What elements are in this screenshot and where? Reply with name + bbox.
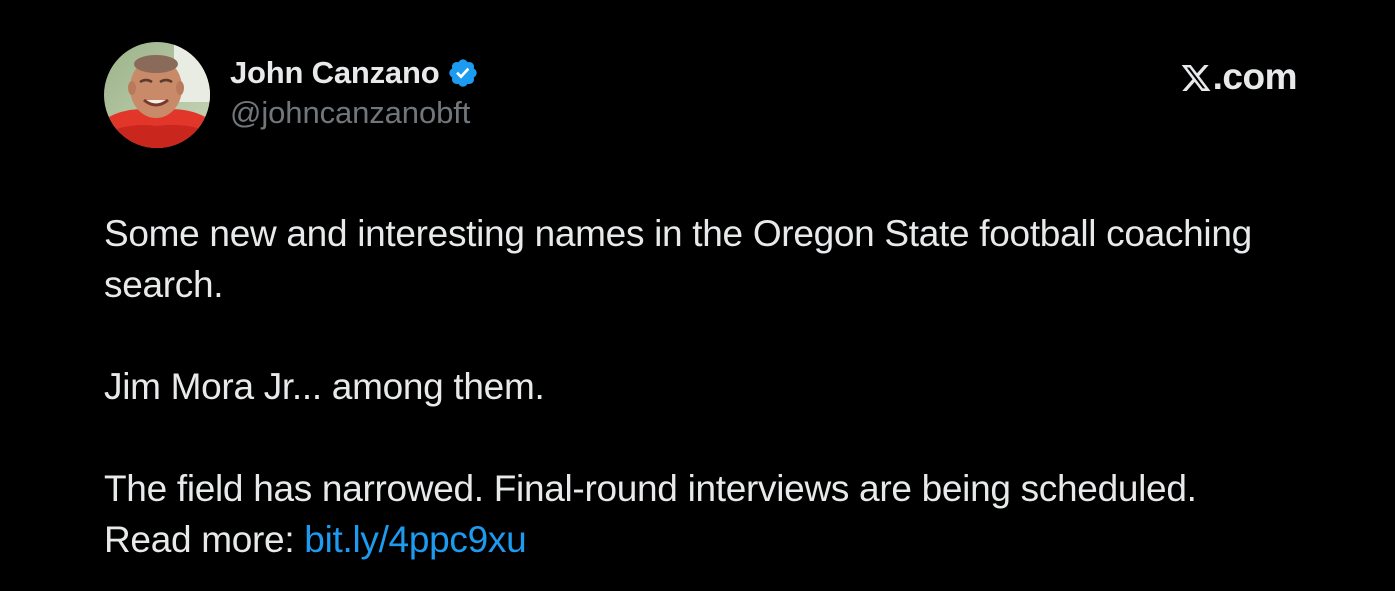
brand-label: .com bbox=[1212, 56, 1298, 97]
tweet-paragraph-3: The field has narrowed. Final-round inte… bbox=[104, 463, 1334, 565]
read-more-label: Read more: bbox=[104, 519, 305, 560]
name-row: John Canzano bbox=[230, 53, 479, 93]
tweet-paragraph-2: Jim Mora Jr... among them. bbox=[104, 366, 545, 407]
tweet-paragraph-3-line-1: The field has narrowed. Final-round inte… bbox=[104, 468, 1197, 509]
tweet-link[interactable]: bit.ly/4ppc9xu bbox=[304, 519, 526, 560]
x-com-brand[interactable]: .com bbox=[1180, 56, 1298, 98]
author-name[interactable]: John Canzano bbox=[230, 55, 440, 91]
author-handle[interactable]: @johncanzanobft bbox=[230, 95, 479, 131]
x-logo-icon bbox=[1180, 62, 1212, 94]
tweet-paragraph-1: Some new and interesting names in the Or… bbox=[104, 213, 1252, 305]
tweet-card: John Canzano @johncanzanobft .com Some n… bbox=[0, 0, 1395, 591]
verified-badge-icon bbox=[447, 57, 479, 89]
tweet-header: John Canzano @johncanzanobft bbox=[104, 42, 479, 148]
author-block: John Canzano @johncanzanobft bbox=[230, 53, 479, 131]
avatar[interactable] bbox=[104, 42, 210, 148]
tweet-text: Some new and interesting names in the Or… bbox=[104, 208, 1334, 565]
